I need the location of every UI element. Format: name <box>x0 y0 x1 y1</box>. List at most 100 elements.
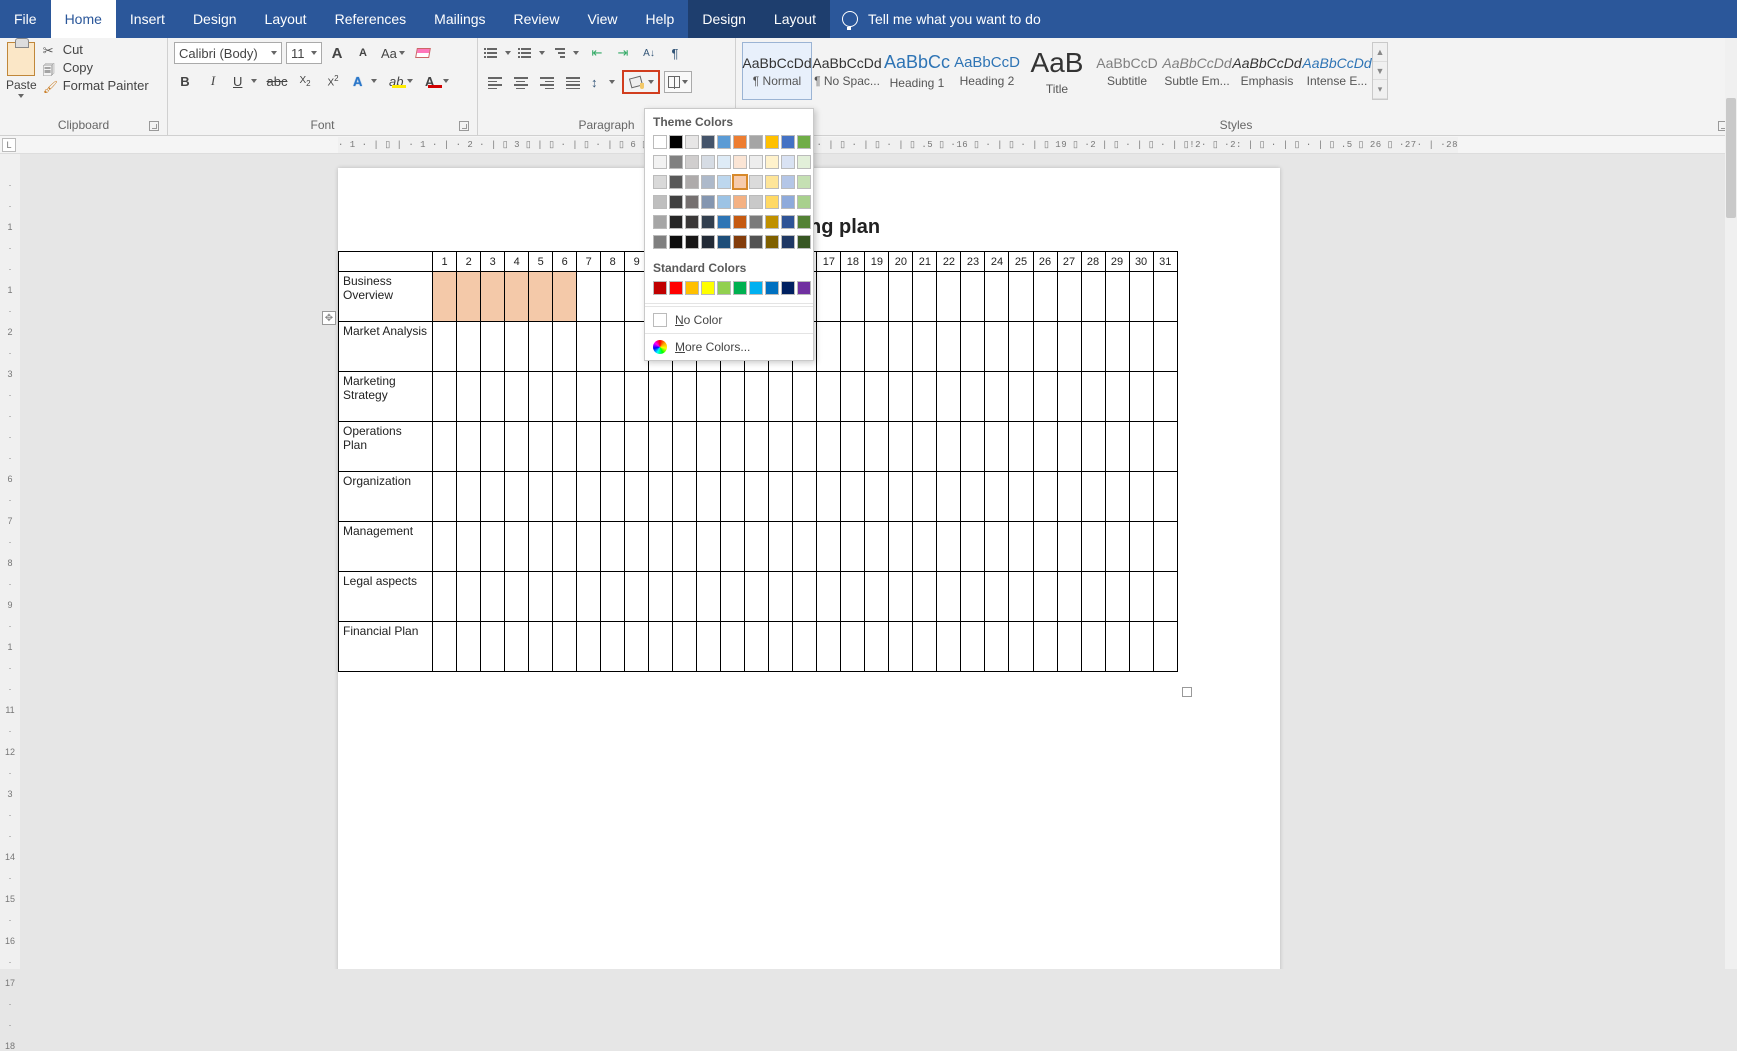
style-subtle-em-[interactable]: AaBbCcDdSubtle Em... <box>1162 42 1232 100</box>
table-cell[interactable] <box>985 472 1009 522</box>
table-cell[interactable] <box>1033 572 1057 622</box>
color-swatch[interactable] <box>701 195 715 209</box>
tell-me[interactable]: Tell me what you want to do <box>830 0 1053 38</box>
row-header[interactable]: Business Overview <box>339 272 433 322</box>
font-name-combo[interactable]: Calibri (Body) <box>174 42 282 64</box>
table-cell[interactable] <box>529 422 553 472</box>
table-cell[interactable] <box>937 522 961 572</box>
table-cell[interactable] <box>889 372 913 422</box>
table-cell[interactable] <box>481 372 505 422</box>
day-header[interactable]: 30 <box>1129 252 1153 272</box>
justify-button[interactable] <box>562 71 584 93</box>
table-cell[interactable] <box>505 322 529 372</box>
color-swatch[interactable] <box>749 135 763 149</box>
day-header[interactable]: 23 <box>961 252 985 272</box>
table-cell[interactable] <box>745 572 769 622</box>
table-cell[interactable] <box>865 472 889 522</box>
color-swatch[interactable] <box>765 155 779 169</box>
table-cell[interactable] <box>793 622 817 672</box>
table-cell[interactable] <box>889 322 913 372</box>
day-header[interactable]: 18 <box>841 252 865 272</box>
table-cell[interactable] <box>697 622 721 672</box>
color-swatch[interactable] <box>717 195 731 209</box>
table-cell[interactable] <box>553 572 577 622</box>
tab-design[interactable]: Design <box>179 0 251 38</box>
table-cell[interactable] <box>1105 272 1129 322</box>
bold-button[interactable]: B <box>174 70 196 92</box>
color-swatch[interactable] <box>797 175 811 189</box>
tab-home[interactable]: Home <box>51 0 116 38</box>
table-cell[interactable] <box>697 522 721 572</box>
table-cell[interactable] <box>433 472 457 522</box>
table-cell[interactable] <box>1009 622 1033 672</box>
table-resize-handle[interactable] <box>1182 687 1192 697</box>
row-header[interactable]: Market Analysis <box>339 322 433 372</box>
color-swatch[interactable] <box>781 135 795 149</box>
vertical-scrollbar[interactable] <box>1725 38 1737 969</box>
table-cell[interactable] <box>1009 322 1033 372</box>
table-cell[interactable] <box>1033 472 1057 522</box>
color-swatch[interactable] <box>717 175 731 189</box>
table-cell[interactable] <box>529 472 553 522</box>
numbering-button[interactable] <box>518 42 548 64</box>
table-cell[interactable] <box>457 372 481 422</box>
table-cell[interactable] <box>985 572 1009 622</box>
table-cell[interactable] <box>1009 422 1033 472</box>
row-header[interactable]: Legal aspects <box>339 572 433 622</box>
table-cell[interactable] <box>1033 322 1057 372</box>
vertical-ruler[interactable]: ··1··1·2·3····6·7·8·9·1··11·12·3··14·15·… <box>0 154 20 969</box>
table-cell[interactable] <box>913 472 937 522</box>
table-cell[interactable] <box>505 572 529 622</box>
table-cell[interactable] <box>841 322 865 372</box>
table-cell[interactable] <box>505 272 529 322</box>
tab-view[interactable]: View <box>573 0 631 38</box>
table-cell[interactable] <box>697 422 721 472</box>
more-colors-option[interactable]: More Colors... <box>645 333 813 360</box>
shrink-font-button[interactable]: A <box>352 42 374 64</box>
table-cell[interactable] <box>889 572 913 622</box>
table-cell[interactable] <box>625 572 649 622</box>
table-cell[interactable] <box>649 622 673 672</box>
table-cell[interactable] <box>1081 572 1105 622</box>
table-cell[interactable] <box>1081 472 1105 522</box>
table-cell[interactable] <box>697 372 721 422</box>
table-cell[interactable] <box>1153 472 1177 522</box>
table-cell[interactable] <box>457 422 481 472</box>
color-swatch[interactable] <box>765 235 779 249</box>
table-cell[interactable] <box>577 372 601 422</box>
table-cell[interactable] <box>985 422 1009 472</box>
show-marks-button[interactable] <box>664 42 686 64</box>
table-cell[interactable] <box>1033 422 1057 472</box>
color-swatch[interactable] <box>701 175 715 189</box>
table-cell[interactable] <box>1105 422 1129 472</box>
table-cell[interactable] <box>625 522 649 572</box>
table-cell[interactable] <box>505 422 529 472</box>
table-cell[interactable] <box>1033 622 1057 672</box>
paste-button[interactable]: Paste <box>6 42 37 98</box>
table-cell[interactable] <box>457 522 481 572</box>
color-swatch[interactable] <box>749 235 763 249</box>
color-swatch[interactable] <box>717 135 731 149</box>
align-center-button[interactable] <box>510 71 532 93</box>
table-cell[interactable] <box>529 372 553 422</box>
table-cell[interactable] <box>841 572 865 622</box>
table-cell[interactable] <box>601 472 625 522</box>
table-cell[interactable] <box>1009 472 1033 522</box>
table-cell[interactable] <box>649 372 673 422</box>
table-cell[interactable] <box>937 322 961 372</box>
table-cell[interactable] <box>1033 372 1057 422</box>
canvas[interactable]: marketing plan 1234567891011121314151617… <box>20 154 1737 969</box>
table-cell[interactable] <box>457 622 481 672</box>
table-cell[interactable] <box>769 572 793 622</box>
table-cell[interactable] <box>865 572 889 622</box>
table-cell[interactable] <box>913 522 937 572</box>
day-header[interactable]: 7 <box>577 252 601 272</box>
table-cell[interactable] <box>625 472 649 522</box>
table-cell[interactable] <box>1129 572 1153 622</box>
table-cell[interactable] <box>553 422 577 472</box>
table-cell[interactable] <box>889 522 913 572</box>
table-cell[interactable] <box>673 422 697 472</box>
day-header[interactable]: 29 <box>1105 252 1129 272</box>
table-cell[interactable] <box>841 372 865 422</box>
color-swatch[interactable] <box>653 195 667 209</box>
